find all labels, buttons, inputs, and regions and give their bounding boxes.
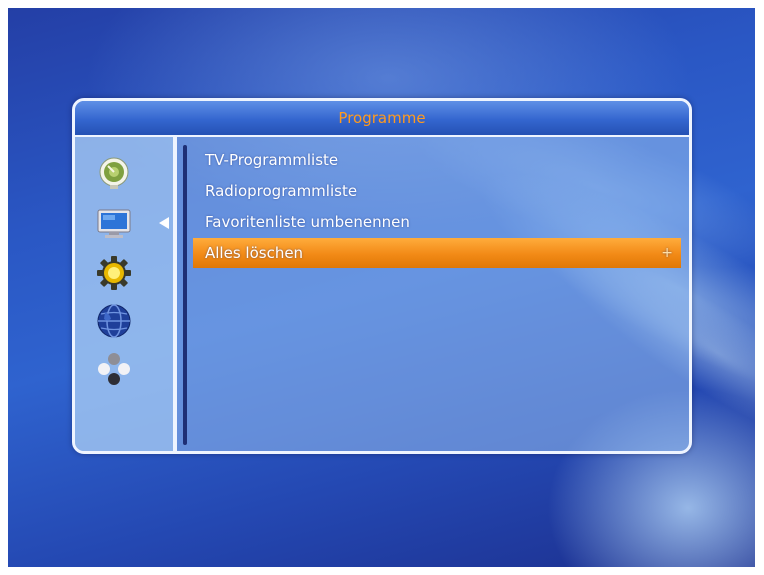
menu-title-bar: Programme — [75, 101, 689, 137]
gear-icon[interactable] — [96, 255, 132, 291]
menu-item-favoritenliste-umbenennen[interactable]: Favoritenliste umbenennen — [193, 207, 681, 237]
menu-item-label: Alles löschen — [205, 244, 304, 262]
programme-menu-panel: Programme TV-Programmliste Radioprogramm… — [72, 98, 692, 454]
menu-item-radioprogrammliste[interactable]: Radioprogrammliste — [193, 176, 681, 206]
satellite-dish-icon[interactable] — [96, 155, 132, 191]
tv-screen: Programme TV-Programmliste Radioprogramm… — [8, 8, 755, 567]
menu-item-list: TV-Programmliste Radioprogrammliste Favo… — [193, 145, 681, 269]
menu-title: Programme — [338, 109, 426, 127]
menu-item-tv-programmliste[interactable]: TV-Programmliste — [193, 145, 681, 175]
column-divider — [173, 137, 177, 451]
menu-item-alles-loeschen[interactable]: Alles löschen + — [193, 238, 681, 268]
globe-icon[interactable] — [96, 303, 132, 339]
puzzle-icon[interactable] — [96, 351, 132, 387]
tv-icon[interactable] — [96, 205, 132, 241]
enter-arrow-icon: + — [661, 245, 673, 261]
active-category-pointer — [159, 217, 169, 229]
scrollbar-track[interactable] — [183, 145, 187, 445]
category-icon-column — [75, 137, 173, 451]
